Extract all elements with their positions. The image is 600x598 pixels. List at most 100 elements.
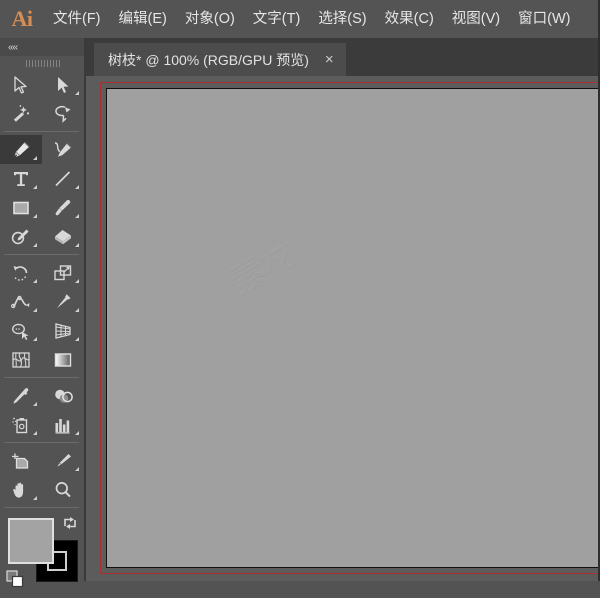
tool-group-transform [0,258,85,374]
flyout-indicator-icon [33,496,37,500]
gradient-tool[interactable] [42,345,84,374]
lasso-tool[interactable] [42,99,84,128]
eyedropper-tool[interactable] [0,381,42,410]
paintbrush-tool[interactable] [42,193,84,222]
flyout-indicator-icon [75,214,79,218]
rectangle-tool[interactable] [0,193,42,222]
tool-divider [4,254,79,255]
blend-icon [55,389,73,403]
color-swatches [0,512,86,598]
gradient-square-icon [54,352,72,367]
menu-items: 文件(F) 编辑(E) 对象(O) 文字(T) 选择(S) 效果(C) 视图(V… [44,0,579,38]
puppet-warp-pin-icon [57,293,71,308]
direct-selection-arrow-icon [58,76,69,93]
tools-panel: «« [0,38,86,588]
canvas-area[interactable]: 素材 [86,76,600,581]
document-tab[interactable]: 树枝* @ 100% (RGB/GPU 预览) × [94,43,346,76]
eraser-tool[interactable] [42,222,84,251]
perspective-grid-tool[interactable] [42,316,84,345]
scale-icon [54,264,72,280]
mesh-tool[interactable] [0,345,42,374]
tool-divider [4,377,79,378]
blend-tool[interactable] [42,381,84,410]
direct-selection-tool[interactable] [42,70,84,99]
symbol-sprayer-tool[interactable] [0,410,42,439]
lasso-icon [55,105,71,123]
flyout-indicator-icon [75,431,79,435]
flyout-indicator-icon [33,185,37,189]
symbol-sprayer-icon [12,417,28,433]
column-graph-icon [55,418,70,433]
illustrator-window: Ai 文件(F) 编辑(E) 对象(O) 文字(T) 选择(S) 效果(C) 视… [0,0,600,588]
rectangle-icon [13,201,29,214]
menu-select[interactable]: 选择(S) [309,0,375,38]
scale-tool[interactable] [42,258,84,287]
collapse-panel-icon[interactable]: «« [8,42,18,53]
menu-bar: Ai 文件(F) 编辑(E) 对象(O) 文字(T) 选择(S) 效果(C) 视… [0,0,600,38]
flyout-indicator-icon [33,431,37,435]
width-tool[interactable] [0,287,42,316]
selection-arrow-icon [14,75,27,94]
mesh-icon [12,351,30,368]
selection-tool[interactable] [0,70,42,99]
flyout-indicator-icon [33,156,37,160]
tool-group-selection [0,70,85,128]
magic-wand-tool[interactable] [0,99,42,128]
flyout-indicator-icon [33,243,37,247]
slice-knife-icon [57,453,71,466]
line-segment-tool[interactable] [42,164,84,193]
menu-edit[interactable]: 编辑(E) [110,0,176,38]
menu-type[interactable]: 文字(T) [244,0,310,38]
grip-dots-icon [25,59,60,67]
curvature-tool[interactable] [42,135,84,164]
flyout-indicator-icon [33,337,37,341]
puppet-warp-tool[interactable] [42,287,84,316]
fill-color-swatch[interactable] [8,518,54,564]
column-graph-tool[interactable] [42,410,84,439]
shaper-pencil-icon [11,229,29,244]
flyout-indicator-icon [75,185,79,189]
tools-panel-drag-handle[interactable] [0,56,85,70]
flyout-indicator-icon [75,467,79,471]
curvature-pen-icon [54,141,72,157]
slice-tool[interactable] [42,446,84,475]
flyout-indicator-icon [75,337,79,341]
menu-file[interactable]: 文件(F) [44,0,110,38]
flyout-indicator-icon [75,243,79,247]
zoom-magnifier-icon [55,481,71,497]
menu-effect[interactable]: 效果(C) [376,0,443,38]
tool-group-navigation [0,446,85,504]
menu-view[interactable]: 视图(V) [443,0,509,38]
zoom-tool[interactable] [42,475,84,504]
flyout-indicator-icon [75,279,79,283]
paintbrush-icon [55,199,71,215]
menu-window[interactable]: 窗口(W) [509,0,579,38]
swap-fill-stroke-icon[interactable] [62,515,78,531]
rotate-tool[interactable] [0,258,42,287]
shape-builder-tool[interactable] [0,316,42,345]
tool-divider [4,131,79,132]
flyout-indicator-icon [33,214,37,218]
artboard-tool[interactable] [0,446,42,475]
pen-tool[interactable] [0,135,42,164]
tool-divider [4,507,79,508]
tool-group-symbols [0,381,85,439]
artboard[interactable]: 素材 [106,88,600,568]
pen-icon [13,141,30,158]
eyedropper-icon [13,387,29,404]
menu-object[interactable]: 对象(O) [176,0,244,38]
flyout-indicator-icon [33,279,37,283]
shaper-tool[interactable] [0,222,42,251]
hand-tool[interactable] [0,475,42,504]
tool-divider [4,442,79,443]
close-icon[interactable]: × [325,52,334,67]
perspective-grid-icon [55,322,71,339]
default-fill-stroke-icon[interactable] [6,570,24,588]
artboard-icon [12,453,29,469]
document-tab-bar: 树枝* @ 100% (RGB/GPU 预览) × [86,38,600,76]
ai-logo-icon: Ai [11,6,34,31]
flyout-indicator-icon [33,402,37,406]
magic-wand-icon [13,104,30,122]
type-tool[interactable] [0,164,42,193]
document-tab-title: 树枝* @ 100% (RGB/GPU 预览) [108,51,309,68]
